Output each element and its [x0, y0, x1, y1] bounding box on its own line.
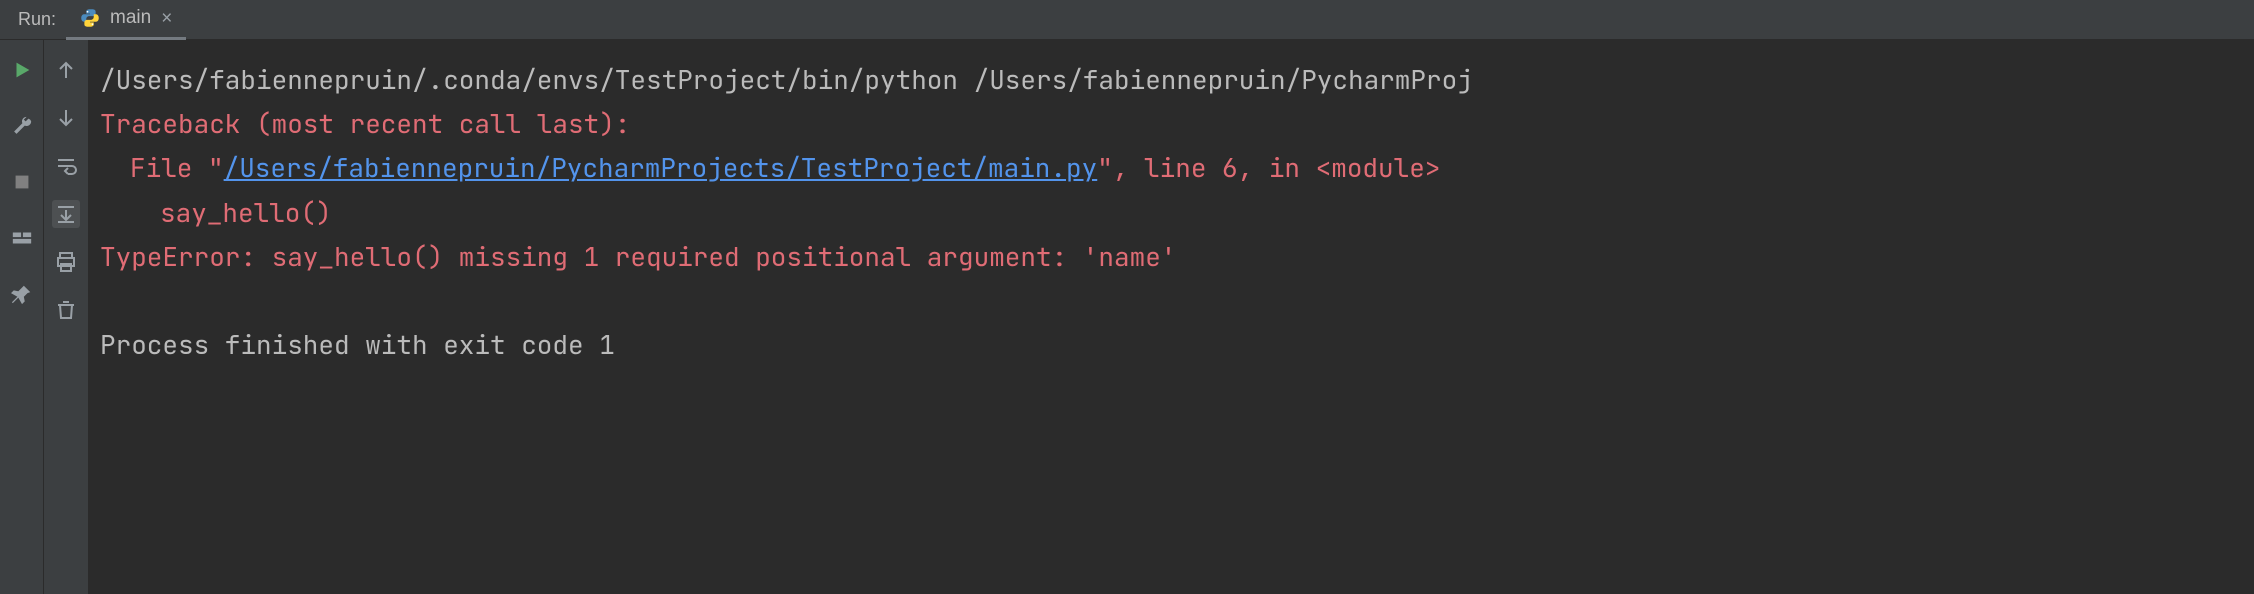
soft-wrap-icon[interactable]	[52, 152, 80, 180]
traceback-header: Traceback (most recent call last):	[100, 106, 630, 141]
stop-button[interactable]	[8, 168, 36, 196]
command-line: /Users/fabiennepruin/.conda/envs/TestPro…	[100, 62, 1473, 97]
left-tool-gutter	[0, 40, 44, 594]
run-tab-label: main	[110, 7, 151, 29]
close-icon[interactable]: ×	[161, 9, 172, 28]
traceback-call-line: say_hello()	[160, 195, 332, 230]
print-icon[interactable]	[52, 248, 80, 276]
run-tab-bar: Run: main ×	[0, 0, 2254, 40]
console-action-gutter	[44, 40, 88, 594]
wrench-icon[interactable]	[8, 112, 36, 140]
layout-icon[interactable]	[8, 224, 36, 252]
traceback-file-link[interactable]: /Users/fabiennepruin/PycharmProjects/Tes…	[224, 150, 1098, 185]
error-line: TypeError: say_hello() missing 1 require…	[100, 239, 1176, 274]
console-output[interactable]: /Users/fabiennepruin/.conda/envs/TestPro…	[88, 40, 2254, 594]
file-line-suffix: ", line 6, in <module>	[1097, 150, 1440, 185]
scroll-to-end-icon[interactable]	[52, 200, 80, 228]
exit-line: Process finished with exit code 1	[100, 327, 615, 362]
pin-icon[interactable]	[8, 280, 36, 308]
file-line-prefix: File "	[130, 150, 224, 185]
python-file-icon	[80, 8, 100, 28]
run-tab-main[interactable]: main ×	[66, 0, 186, 40]
up-arrow-icon[interactable]	[52, 56, 80, 84]
run-label: Run:	[8, 9, 66, 30]
rerun-button[interactable]	[8, 56, 36, 84]
down-arrow-icon[interactable]	[52, 104, 80, 132]
trash-icon[interactable]	[52, 296, 80, 324]
